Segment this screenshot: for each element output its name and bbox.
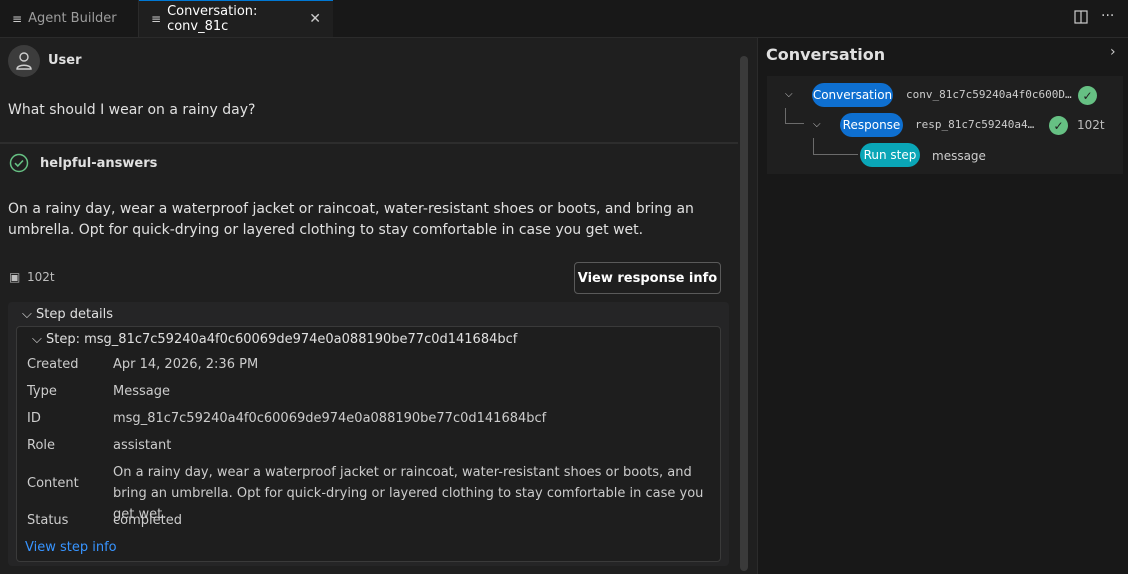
check-circle-icon: ✓	[1078, 86, 1097, 105]
response-id: resp_81c7c59240a4…	[915, 118, 1035, 131]
created-value: Apr 14, 2026, 2:36 PM	[113, 357, 259, 372]
step-title: Step: msg_81c7c59240a4f0c60069de974e0a08…	[46, 332, 518, 347]
message-divider	[0, 142, 738, 144]
token-count-icon: ▣	[9, 270, 21, 284]
run-step-label: message	[932, 149, 986, 163]
tab-label: Conversation: conv_81c	[167, 4, 258, 34]
role-label: Role	[27, 438, 56, 453]
tree-connector	[813, 138, 858, 155]
tab-conversation[interactable]: ≡ Conversation: conv_81c ✕	[139, 0, 333, 37]
menu-lines-icon: ≡	[151, 12, 162, 26]
step-details-label: Step details	[36, 307, 114, 322]
status-value: completed	[113, 513, 182, 528]
role-value: assistant	[113, 438, 172, 453]
id-label: ID	[27, 411, 41, 426]
user-avatar	[8, 45, 40, 77]
response-pill[interactable]: Response	[840, 113, 903, 137]
type-label: Type	[27, 384, 57, 399]
created-label: Created	[27, 357, 79, 372]
user-name: User	[48, 53, 82, 68]
tab-agent-builder[interactable]: ≡ Agent Builder	[0, 0, 139, 37]
tree-connector	[785, 108, 804, 124]
agent-name: helpful-answers	[40, 156, 158, 171]
panel-title: Conversation	[766, 45, 886, 64]
chevron-down-icon[interactable]: ⌵	[813, 119, 821, 130]
conversation-id: conv_81c7c59240a4f0c600D…	[906, 88, 1072, 101]
type-value: Message	[113, 384, 170, 399]
person-icon	[16, 52, 32, 70]
conversation-pill[interactable]: Conversation	[812, 83, 893, 107]
close-icon[interactable]: ✕	[309, 11, 321, 27]
chevron-down-icon: ⌵	[32, 332, 42, 347]
status-label: Status	[27, 513, 69, 528]
check-circle-icon: ✓	[1049, 116, 1068, 135]
split-editor-icon[interactable]	[1074, 10, 1088, 28]
response-tokens: 102t	[1077, 118, 1105, 132]
chevron-down-icon[interactable]: ⌵	[785, 89, 793, 100]
tab-label: Agent Builder	[28, 11, 117, 26]
agent-answer: On a rainy day, wear a waterproof jacket…	[8, 201, 694, 238]
menu-lines-icon: ≡	[12, 11, 23, 26]
scrollbar-thumb[interactable]	[740, 56, 748, 571]
content-label: Content	[27, 476, 79, 491]
step-toggle[interactable]: ⌵ Step: msg_81c7c59240a4f0c60069de974e0a…	[32, 332, 517, 347]
user-message: What should I wear on a rainy day?	[8, 102, 256, 118]
content-value: On a rainy day, wear a waterproof jacket…	[113, 465, 704, 522]
view-step-info-link[interactable]: View step info	[25, 540, 117, 555]
step-details-toggle[interactable]: ⌵ Step details	[22, 307, 113, 322]
id-value: msg_81c7c59240a4f0c60069de974e0a088190be…	[113, 411, 547, 426]
chevron-right-icon[interactable]: ›	[1110, 44, 1116, 60]
view-response-info-button[interactable]: View response info	[574, 262, 721, 294]
token-count: 102t	[27, 270, 55, 284]
run-step-pill[interactable]: Run step	[860, 143, 920, 167]
check-circle-icon	[9, 153, 29, 173]
chevron-down-icon: ⌵	[22, 307, 32, 322]
ellipsis-icon[interactable]: ···	[1101, 8, 1114, 24]
